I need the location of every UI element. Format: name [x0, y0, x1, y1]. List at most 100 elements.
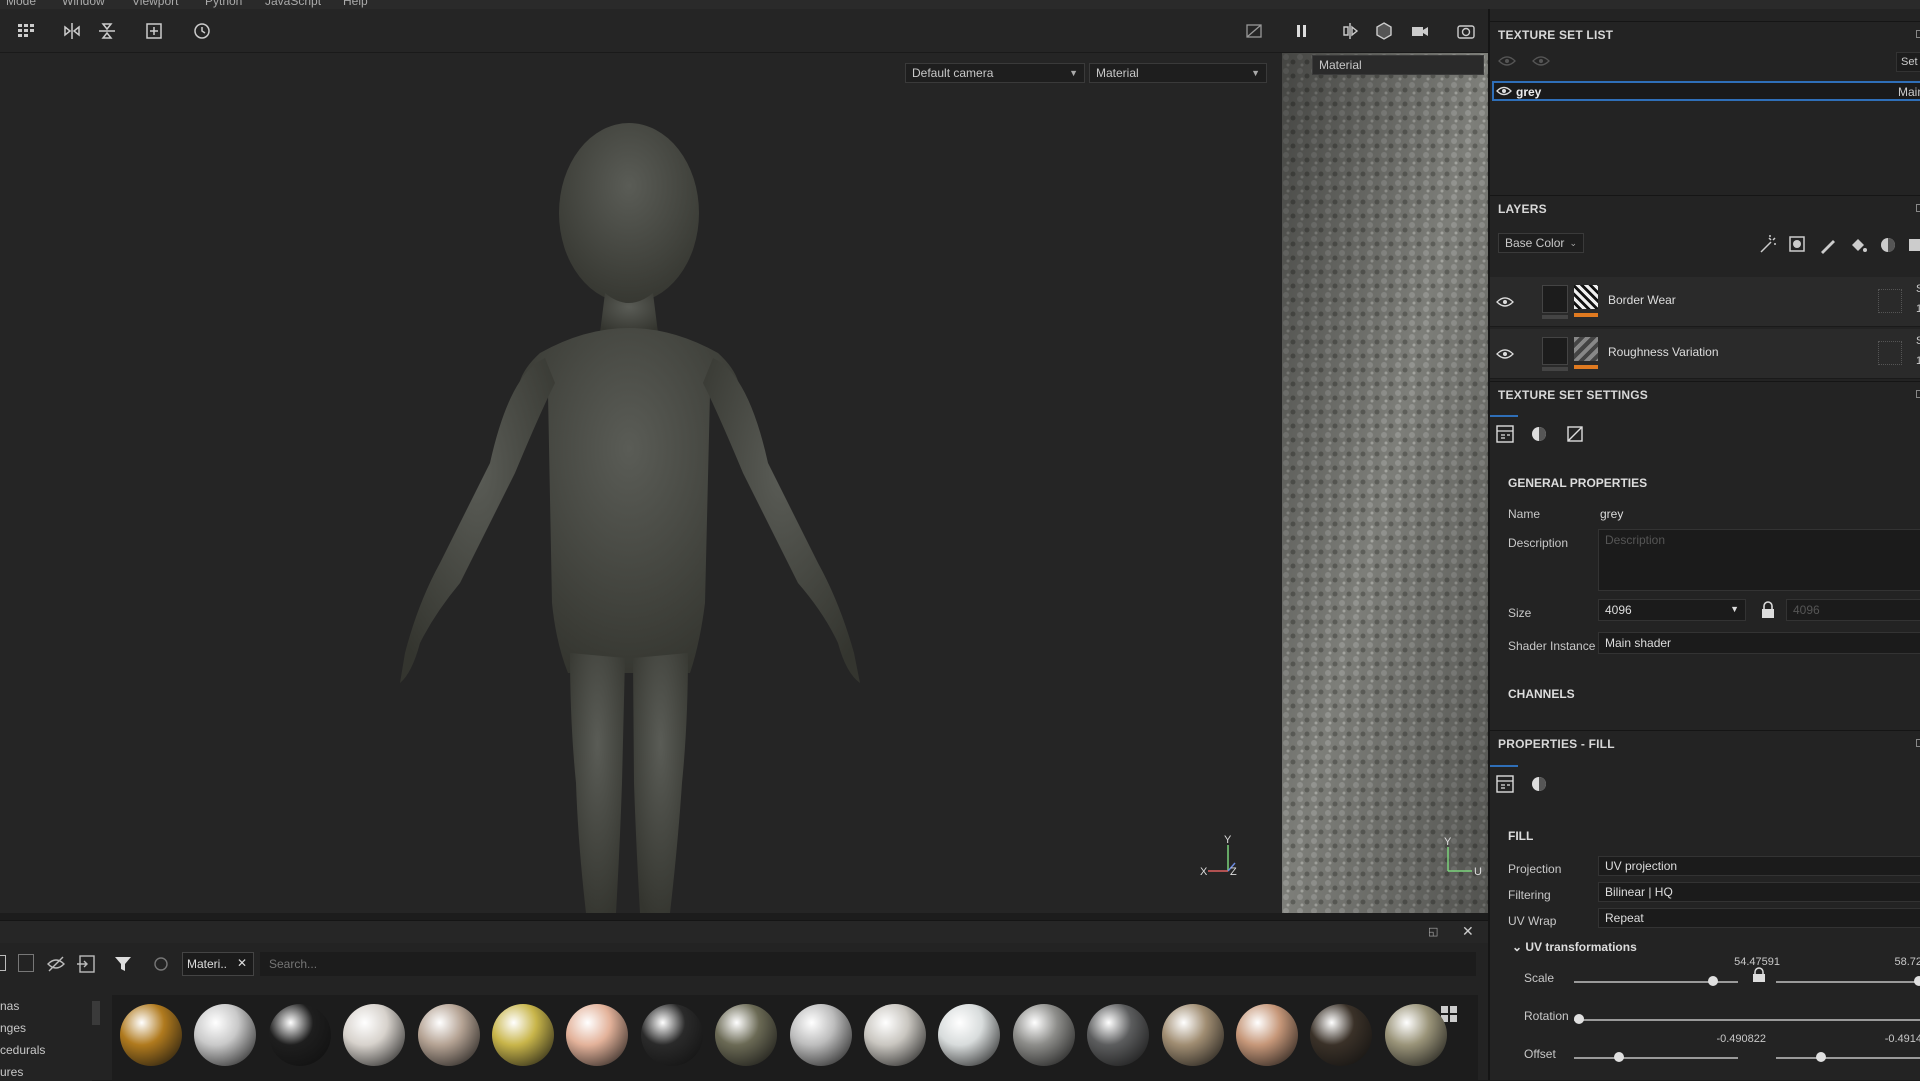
uv-mode-dropdown[interactable]: Material: [1312, 55, 1484, 75]
rotation-slider[interactable]: [1574, 1019, 1920, 1021]
camera-icon[interactable]: [1408, 19, 1432, 43]
folder-icon[interactable]: [1908, 235, 1920, 255]
panel-float-icon[interactable]: [1916, 739, 1920, 747]
panel-float-icon[interactable]: [1916, 390, 1920, 398]
layer-row[interactable]: Roughness Variation S 1: [1490, 329, 1920, 379]
material-thumbnail[interactable]: [1087, 1004, 1150, 1066]
category-item[interactable]: cedurals: [0, 1043, 45, 1057]
filtering-dropdown[interactable]: Bilinear | HQ: [1598, 882, 1920, 902]
eye-icon[interactable]: [1532, 54, 1550, 68]
layer-opacity[interactable]: 1: [1916, 303, 1920, 315]
pause-icon[interactable]: [1290, 19, 1314, 43]
menu-python[interactable]: Python: [205, 0, 242, 8]
screenshot-icon[interactable]: [1454, 19, 1478, 43]
menu-javascript[interactable]: JavaScript: [265, 0, 321, 8]
close-tab-icon[interactable]: ✕: [237, 956, 247, 970]
layer-row[interactable]: Border Wear S 1: [1490, 277, 1920, 327]
split-view-icon[interactable]: [1338, 19, 1362, 43]
material-thumbnail[interactable]: [1236, 1004, 1298, 1066]
channel-dropdown[interactable]: Base Color ⌄: [1498, 233, 1584, 253]
eye-icon[interactable]: [1496, 347, 1514, 361]
material-thumbnail[interactable]: [938, 1004, 1001, 1066]
history-icon[interactable]: [190, 19, 214, 43]
viewport-2d[interactable]: Material Y U: [1282, 53, 1488, 913]
menu-window[interactable]: Window: [62, 0, 105, 8]
material-thumbnail[interactable]: [566, 1004, 629, 1066]
material-thumbnail[interactable]: [120, 1004, 182, 1066]
close-icon[interactable]: ✕: [1462, 923, 1474, 940]
viewport-3d[interactable]: Default camera ▼ Material ▼ Y X Z: [0, 53, 1282, 913]
shelf-search-input[interactable]: [260, 952, 1476, 976]
offset-slider-2[interactable]: [1776, 1057, 1920, 1059]
category-item[interactable]: nas: [0, 999, 19, 1013]
scale-slider-knob[interactable]: [1708, 976, 1718, 986]
display-mode-dropdown[interactable]: Material ▼: [1089, 63, 1267, 83]
material-thumbnail[interactable]: [1384, 1004, 1447, 1066]
grid-display-icon[interactable]: [14, 19, 38, 43]
shelf-tab-materials[interactable]: Materi.. ✕: [182, 952, 254, 976]
category-item[interactable]: nges: [0, 1021, 26, 1035]
add-effect-icon[interactable]: [1758, 235, 1778, 255]
offset-slider[interactable]: [1574, 1057, 1738, 1059]
import-icon[interactable]: [76, 954, 96, 974]
panel-float-icon[interactable]: [1916, 30, 1920, 38]
layer-opacity[interactable]: 1: [1916, 355, 1920, 367]
texture-set-settings-button[interactable]: Set: [1896, 52, 1920, 72]
mirror-y-icon[interactable]: [95, 19, 119, 43]
offset-value-2[interactable]: -0.4914: [1860, 1033, 1920, 1045]
categories-scrollbar[interactable]: [92, 1001, 100, 1025]
panel-float-icon[interactable]: [1916, 204, 1920, 212]
new-folder-icon[interactable]: [0, 955, 6, 971]
menu-mode[interactable]: Mode: [6, 0, 36, 8]
add-frame-icon[interactable]: [142, 19, 166, 43]
refresh-icon[interactable]: [152, 955, 170, 973]
scale-slider-2[interactable]: [1776, 981, 1920, 983]
description-field[interactable]: Description: [1598, 529, 1920, 591]
uv-transformations-toggle[interactable]: ⌄ UV transformations: [1512, 940, 1637, 954]
settings-tab-icon[interactable]: [1496, 425, 1514, 443]
bake-tab-icon[interactable]: [1566, 425, 1584, 443]
mirror-x-icon[interactable]: [60, 19, 84, 43]
hide-icon[interactable]: [46, 954, 66, 974]
uv-wrap-dropdown[interactable]: Repeat: [1598, 908, 1920, 928]
offset-value[interactable]: -0.490822: [1654, 1033, 1766, 1045]
hide-overlay-icon[interactable]: [1242, 19, 1266, 43]
filter-icon[interactable]: [114, 955, 132, 973]
shader-tab-icon[interactable]: [1530, 425, 1548, 443]
layer-blend-mode[interactable]: S: [1916, 335, 1920, 347]
material-thumbnail[interactable]: [492, 1004, 554, 1066]
texture-set-item[interactable]: grey Main: [1492, 81, 1920, 101]
offset-slider-knob[interactable]: [1614, 1052, 1624, 1062]
cube-view-icon[interactable]: [1372, 19, 1396, 43]
eye-icon[interactable]: [1496, 295, 1514, 309]
name-value[interactable]: grey: [1600, 507, 1623, 521]
material-thumbnail[interactable]: [1310, 1004, 1373, 1066]
material-thumbnail[interactable]: [640, 1004, 703, 1066]
menu-help[interactable]: Help: [343, 0, 368, 8]
material-thumbnail[interactable]: [1161, 1004, 1224, 1066]
layer-blend-mode[interactable]: S: [1916, 283, 1920, 295]
size-height-field[interactable]: 4096: [1786, 599, 1920, 621]
maximize-icon[interactable]: ◱: [1428, 925, 1438, 938]
fill-material-tab-icon[interactable]: [1530, 775, 1548, 793]
material-thumbnail[interactable]: [1012, 1004, 1075, 1066]
paint-layer-icon[interactable]: [1818, 235, 1838, 255]
eye-icon[interactable]: [1496, 84, 1512, 98]
material-thumbnail[interactable]: [417, 1004, 480, 1066]
fill-settings-tab-icon[interactable]: [1496, 775, 1514, 793]
material-thumbnail[interactable]: [268, 1004, 331, 1066]
material-thumbnail[interactable]: [343, 1004, 406, 1066]
projection-dropdown[interactable]: UV projection: [1598, 856, 1920, 876]
material-icon[interactable]: [1878, 235, 1898, 255]
rotation-slider-knob[interactable]: [1574, 1014, 1584, 1024]
material-thumbnail[interactable]: [864, 1004, 926, 1066]
camera-dropdown[interactable]: Default camera ▼: [905, 63, 1085, 83]
lock-icon[interactable]: [1760, 601, 1776, 619]
menu-viewport[interactable]: Viewport: [132, 0, 178, 8]
shader-instance-field[interactable]: Main shader: [1598, 632, 1920, 654]
add-mask-icon[interactable]: [1788, 235, 1808, 255]
eye-icon[interactable]: [1498, 54, 1516, 68]
offset-slider-2-knob[interactable]: [1816, 1052, 1826, 1062]
lock-icon[interactable]: [1752, 967, 1766, 983]
scale-slider-2-knob[interactable]: [1914, 976, 1920, 986]
